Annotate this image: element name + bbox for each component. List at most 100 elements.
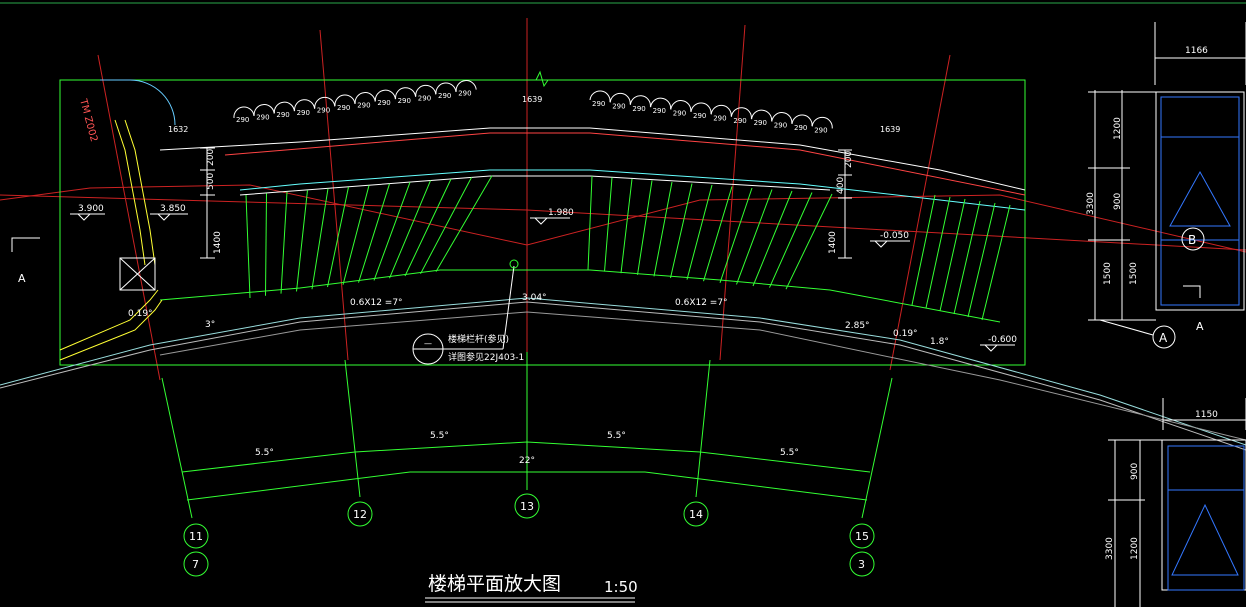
detail-dim-3300b: 3300 [1105, 537, 1115, 560]
tread-width-label: 290 [612, 102, 625, 110]
left-dim-500: 500 [206, 173, 216, 190]
stair-tread-far [981, 204, 1011, 321]
grid-bubble-3: 3 [858, 558, 865, 571]
stair-tread-far [953, 200, 981, 315]
bottom-angle-4: 5.5° [780, 448, 799, 458]
cad-drawing-canvas: 200 500 1400 200 400 1400 TM Z002 3.900 … [0, 2, 1246, 607]
tread-width-label: 290 [317, 106, 330, 114]
tread-width-label: 290 [377, 99, 390, 107]
detail-dim-900b: 900 [1130, 463, 1140, 480]
detail-section-a: A [1196, 320, 1204, 333]
elev-1980: 1.980 [548, 208, 574, 218]
title-underline [425, 597, 635, 603]
note-bubble-text: — [424, 339, 432, 348]
stair-tread-right [587, 175, 593, 271]
wall-tag: TM Z002 [77, 97, 99, 143]
stair-tread-left [358, 183, 390, 283]
detail-bubble-b: B [1188, 233, 1196, 247]
stair-tread-right [653, 181, 673, 277]
angle-r2: 0.19° [893, 329, 918, 339]
tread-width-label: 290 [256, 114, 269, 122]
tread-width-label: 290 [357, 102, 370, 110]
bottom-angle-3: 5.5° [607, 431, 626, 441]
break-mark [535, 70, 549, 88]
bottom-angle-2: 5.5° [430, 431, 449, 441]
grid-bubble-12: 12 [353, 508, 367, 521]
stair-tread-right [752, 190, 793, 287]
stair-tread-right [769, 192, 813, 288]
stair-curves [0, 127, 1246, 451]
tread-width-label: 290 [733, 117, 746, 125]
lower-curve-cyan [0, 297, 1246, 446]
stair-tread-right [719, 187, 753, 283]
tread-width-label: 290 [592, 100, 605, 108]
stair-tread-left [435, 175, 493, 272]
tread-width-label: 290 [632, 105, 645, 113]
inner-edge-cyan [239, 169, 1026, 211]
tread-width-label: 290 [673, 110, 686, 118]
tread-width-label: 290 [653, 107, 666, 115]
stair-tread-left [265, 193, 267, 296]
detail-dim-1500a: 1500 [1103, 262, 1113, 285]
elev-3900: 3.900 [78, 204, 104, 214]
note-callout [412, 259, 519, 365]
tread-width-label: 290 [418, 94, 431, 102]
grid-bubble-14: 14 [689, 508, 703, 521]
tread-width-label: 290 [337, 104, 350, 112]
stair-tread-right [620, 178, 633, 274]
elev-3850: 3.850 [160, 204, 186, 214]
curve-dim-1632: 1632 [168, 125, 188, 134]
right-dim-200: 200 [844, 151, 854, 168]
stair-tread-left [296, 190, 308, 292]
tread-width-label: 290 [713, 114, 726, 122]
right-dim-1400: 1400 [828, 231, 838, 254]
grid-bubble-15: 15 [855, 530, 869, 543]
stair-tread-left [373, 182, 411, 281]
stair-tread-far [925, 196, 951, 309]
stair-tread-left [342, 185, 370, 285]
stair-treads-left [245, 175, 493, 299]
detail-dim-3300: 3300 [1086, 192, 1096, 215]
stair-tread-right [670, 183, 693, 279]
angle-r1: 2.85° [845, 321, 870, 331]
grid-bubble-7: 7 [192, 558, 199, 571]
detail-dim-1200: 1200 [1113, 117, 1123, 140]
left-dim-1400: 1400 [213, 231, 223, 254]
stair-tread-far [967, 202, 996, 318]
tread-width-label: 290 [458, 90, 471, 98]
detail-top-width: 1166 [1185, 46, 1208, 56]
stair-tread-right [785, 193, 833, 290]
stair-tread-left [280, 191, 288, 294]
bottom-angle-1: 5.5° [255, 448, 274, 458]
angle-run-right: 0.6X12 =7° [675, 298, 728, 308]
lower-curve-2 [159, 311, 1246, 441]
detail-dim-1200b: 1200 [1130, 537, 1140, 560]
drawing-title: 楼梯平面放大图 [428, 573, 561, 595]
stair-tread-left [420, 177, 472, 275]
detail-dim-900: 900 [1113, 193, 1123, 210]
outer-handrail-white [159, 127, 1026, 191]
inner-edge-white [239, 175, 831, 196]
elev-neg-0600: -0.600 [988, 335, 1017, 345]
section-mark-a [11, 237, 40, 252]
landing-edge-green [159, 269, 1001, 323]
right-detail-bottom [1108, 398, 1246, 607]
angle-left-small: 0.19° [128, 309, 153, 319]
tread-width-label: 290 [814, 126, 827, 134]
axis-lines-red [0, 18, 1246, 381]
grid-radials [161, 352, 893, 519]
detail-dim-1500b: 1500 [1129, 262, 1139, 285]
stair-treads-far-right [911, 194, 1011, 321]
grid-bubble-11: 11 [189, 530, 203, 543]
elev-neg-0050: -0.050 [880, 231, 909, 241]
tread-width-label: 290 [276, 111, 289, 119]
curve-dim-1639: 1639 [522, 95, 542, 104]
tread-width-label: 290 [297, 109, 310, 117]
note-line-2: 详图参见22J403-1 [448, 351, 524, 363]
tread-width-label: 290 [693, 112, 706, 120]
bottom-total-angle: 22° [519, 456, 535, 466]
tread-width-label: 290 [754, 119, 767, 127]
left-dim-200: 200 [206, 149, 216, 166]
drawing-scale: 1:50 [604, 578, 638, 596]
stair-tread-left [245, 194, 251, 299]
